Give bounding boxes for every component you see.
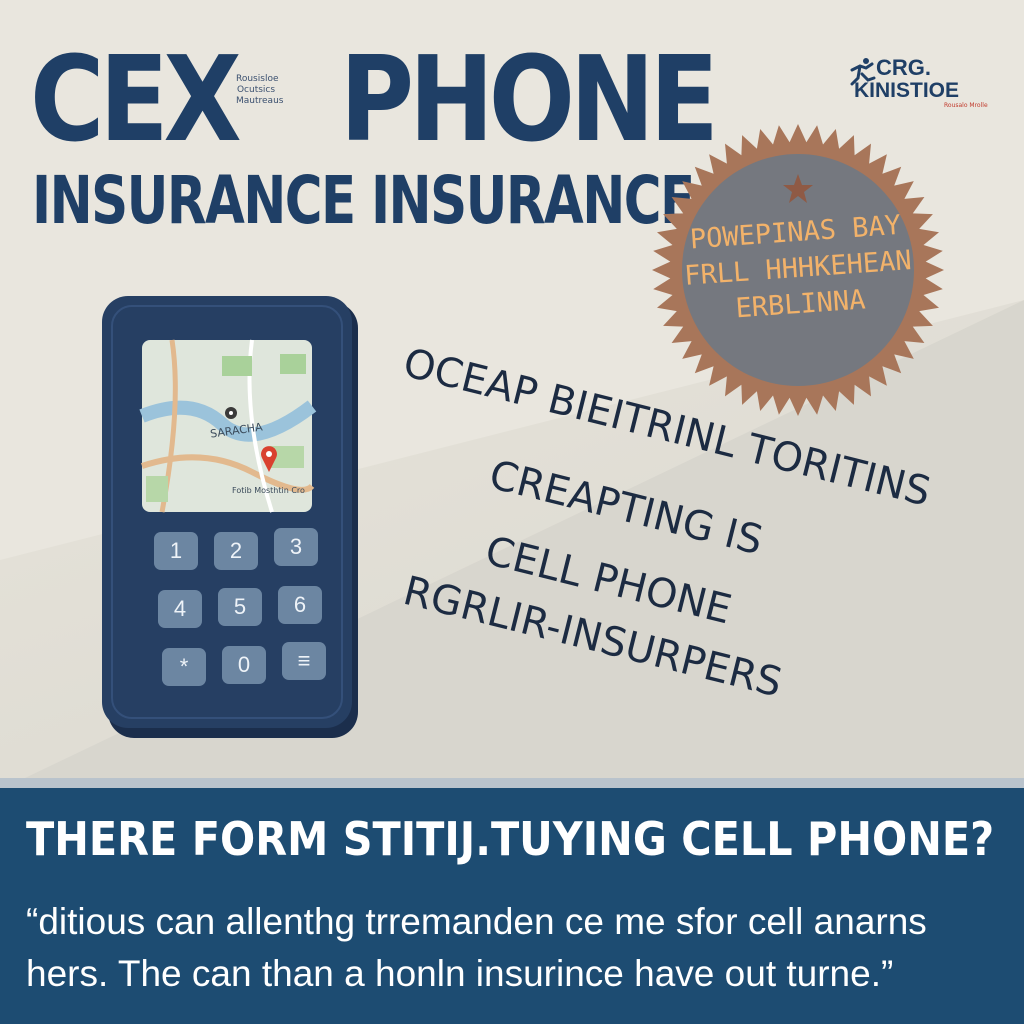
banner-divider bbox=[0, 778, 1024, 788]
key-2[interactable]: 2 bbox=[214, 532, 258, 570]
brand-logo: CRG. KINISTIOE Rousalo Mrolle bbox=[848, 56, 988, 110]
title-line1: CEX PHONE bbox=[30, 40, 719, 158]
tiny-caption: Rousisloe Ocutsics Mautreaus bbox=[236, 74, 284, 106]
key-1[interactable]: 1 bbox=[154, 532, 198, 570]
map-pin-icon bbox=[261, 446, 277, 472]
seal-text: POWEPINAS BAY FRLL HHHKEHEAN ERBLINNA bbox=[647, 205, 950, 333]
location-dot-icon bbox=[225, 407, 237, 419]
banner-question: THERE FORM STITIJ.TUYING CELL PHONE? bbox=[26, 812, 995, 866]
map-label-2: Fotib Mosthtin Cro bbox=[232, 486, 305, 495]
phone-illustration: SARACHA Fotib Mosthtin Cro 1 2 3 4 5 6 *… bbox=[102, 296, 360, 740]
key-star[interactable]: * bbox=[162, 648, 206, 686]
key-4[interactable]: 4 bbox=[158, 590, 202, 628]
title-line2: INSURANCE INSURANCE bbox=[32, 162, 695, 239]
key-5[interactable]: 5 bbox=[218, 588, 262, 626]
brand-tagline: Rousalo Mrolle bbox=[944, 102, 988, 109]
key-0[interactable]: 0 bbox=[222, 646, 266, 684]
runner-logo-icon bbox=[850, 58, 876, 86]
poster: CEX PHONE Rousisloe Ocutsics Mautreaus IN… bbox=[0, 0, 1024, 1024]
key-3[interactable]: 3 bbox=[274, 528, 318, 566]
key-menu[interactable]: ≡ bbox=[282, 642, 326, 680]
title-word-1: CEX bbox=[30, 30, 242, 168]
brand-line1: CRG. bbox=[876, 55, 931, 80]
banner-quote: “ditious can allenthg trremanden ce me s… bbox=[26, 901, 927, 994]
key-6[interactable]: 6 bbox=[278, 586, 322, 624]
